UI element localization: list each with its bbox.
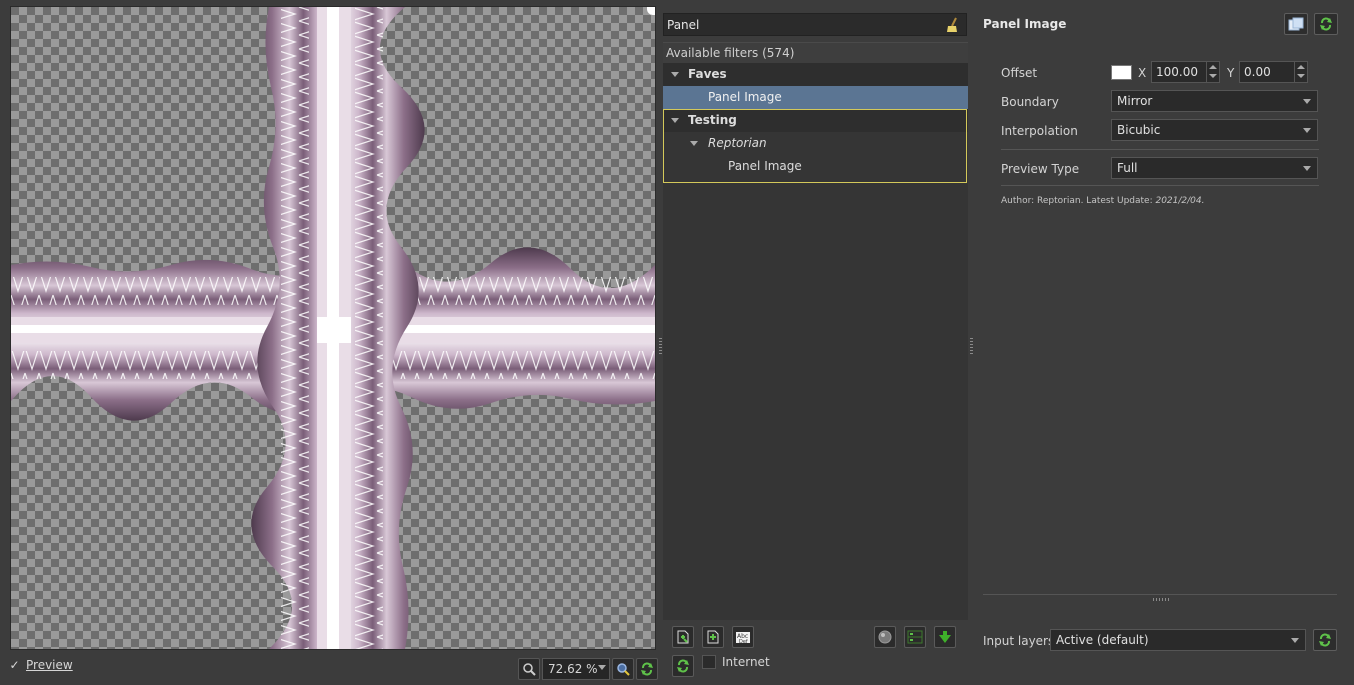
filter-toolbar: Abc Def bbox=[672, 626, 962, 648]
right-splitter-handle[interactable] bbox=[970, 338, 973, 354]
internet-checkbox[interactable] bbox=[702, 655, 716, 669]
download-filters-button[interactable] bbox=[934, 626, 956, 648]
expand-arrow-icon[interactable] bbox=[690, 141, 698, 146]
rename-fave-button[interactable]: Abc Def bbox=[732, 626, 754, 648]
boundary-label: Boundary bbox=[1001, 95, 1059, 109]
expand-collapse-button[interactable] bbox=[904, 626, 926, 648]
tree-item-label: Reptorian bbox=[708, 136, 767, 150]
filter-search-input[interactable]: Panel bbox=[663, 13, 967, 36]
author-text: Author: Reptorian. Latest Update: bbox=[1001, 196, 1156, 206]
input-layers-select[interactable]: Active (default) bbox=[1050, 629, 1306, 651]
tree-item-label: Panel Image bbox=[728, 159, 802, 173]
expand-arrow-icon[interactable] bbox=[671, 72, 679, 77]
offset-label: Offset bbox=[1001, 66, 1038, 80]
filter-name-title: Panel Image bbox=[983, 17, 1067, 31]
chevron-down-icon bbox=[1303, 128, 1311, 133]
offset-color-swatch[interactable] bbox=[1111, 65, 1132, 80]
zoom-level-combo[interactable]: 72.62 % bbox=[542, 658, 610, 680]
refresh-icon bbox=[641, 662, 653, 676]
download-icon bbox=[939, 631, 951, 643]
internet-label: Internet bbox=[722, 655, 770, 669]
preview-label: Preview bbox=[26, 658, 73, 672]
refresh-icon bbox=[1319, 633, 1331, 647]
magnifier-icon bbox=[523, 663, 536, 676]
tree-item-panel-image[interactable]: Panel Image bbox=[663, 155, 968, 178]
tree-view-icon bbox=[907, 630, 923, 644]
tree-item-label: Testing bbox=[688, 113, 737, 127]
offset-x-spinbox[interactable]: 100.00 bbox=[1151, 61, 1220, 83]
update-filters-button[interactable] bbox=[672, 655, 694, 677]
input-layers-label: Input layers bbox=[983, 634, 1055, 648]
boundary-value: Mirror bbox=[1117, 94, 1153, 108]
eye-sphere-icon bbox=[878, 630, 892, 644]
input-layers-value: Active (default) bbox=[1056, 633, 1149, 647]
spin-arrows-icon[interactable] bbox=[1206, 62, 1219, 82]
bottom-splitter-handle[interactable] bbox=[1153, 598, 1169, 601]
tree-item-panel-image-fave[interactable]: Panel Image bbox=[663, 86, 968, 109]
chevron-down-icon bbox=[598, 665, 606, 670]
author-note: Author: Reptorian. Latest Update: 2021/2… bbox=[1001, 196, 1205, 206]
svg-text:Def: Def bbox=[739, 639, 748, 645]
left-splitter-handle[interactable] bbox=[659, 338, 662, 354]
chevron-down-icon bbox=[1303, 166, 1311, 171]
add-fave-button[interactable] bbox=[672, 626, 694, 648]
zoom-fit-button[interactable] bbox=[518, 658, 540, 680]
preview-type-value: Full bbox=[1117, 161, 1138, 175]
reset-icon bbox=[1320, 17, 1332, 31]
zoom-bar: 72.62 % bbox=[518, 658, 658, 680]
copy-command-button[interactable] bbox=[1284, 13, 1308, 35]
offset-x-value: 100.00 bbox=[1156, 65, 1198, 79]
offset-y-value: 0.00 bbox=[1244, 65, 1271, 79]
preview-image bbox=[11, 7, 655, 649]
refresh-preview-button[interactable] bbox=[636, 658, 658, 680]
internet-toggle[interactable]: Internet bbox=[702, 655, 770, 669]
available-filters-header: Available filters (574) bbox=[663, 43, 968, 63]
rename-icon: AbcDef bbox=[736, 632, 750, 645]
separator bbox=[1001, 185, 1319, 186]
preview-type-select[interactable]: Full bbox=[1111, 157, 1318, 179]
remove-fave-button[interactable] bbox=[702, 626, 724, 648]
visibility-button[interactable] bbox=[874, 626, 896, 648]
preview-type-label: Preview Type bbox=[1001, 162, 1080, 176]
chevron-down-icon bbox=[1291, 638, 1299, 643]
remove-fave-icon bbox=[707, 630, 719, 644]
boundary-select[interactable]: Mirror bbox=[1111, 90, 1318, 112]
tree-folder-testing[interactable]: Testing bbox=[663, 109, 968, 132]
zoom-in-icon bbox=[617, 663, 630, 676]
preview-canvas[interactable] bbox=[10, 6, 656, 650]
tree-folder-reptorian[interactable]: Reptorian bbox=[663, 132, 968, 155]
interpolation-label: Interpolation bbox=[1001, 124, 1078, 138]
chevron-down-icon bbox=[1303, 99, 1311, 104]
tree-folder-faves[interactable]: Faves bbox=[663, 63, 968, 86]
check-icon[interactable]: ✓ bbox=[8, 658, 21, 672]
author-date: 2021/2/04. bbox=[1155, 196, 1205, 206]
offset-x-label: X bbox=[1138, 66, 1147, 80]
offset-y-spinbox[interactable]: 0.00 bbox=[1239, 61, 1308, 83]
input-refresh-button[interactable] bbox=[1313, 629, 1337, 651]
add-fave-icon bbox=[677, 630, 689, 644]
spin-arrows-icon[interactable] bbox=[1294, 62, 1307, 82]
zoom-value: 72.62 % bbox=[548, 662, 598, 676]
refresh-icon bbox=[677, 659, 689, 673]
search-value: Panel bbox=[667, 17, 700, 32]
expand-arrow-icon[interactable] bbox=[671, 118, 679, 123]
tree-item-label: Faves bbox=[688, 67, 727, 81]
offset-y-label: Y bbox=[1227, 66, 1235, 80]
zoom-in-button[interactable] bbox=[612, 658, 634, 680]
interpolation-value: Bicubic bbox=[1117, 123, 1161, 137]
copy-icon bbox=[1288, 17, 1304, 31]
tree-item-label: Panel Image bbox=[708, 90, 782, 104]
interpolation-select[interactable]: Bicubic bbox=[1111, 119, 1318, 141]
clear-search-icon[interactable] bbox=[946, 17, 960, 36]
separator bbox=[1001, 149, 1319, 150]
bottom-separator bbox=[983, 594, 1337, 595]
reset-params-button[interactable] bbox=[1314, 13, 1338, 35]
filter-tree: Available filters (574) Faves Panel Imag… bbox=[663, 42, 968, 620]
preview-toggle[interactable]: ✓ Preview bbox=[8, 658, 73, 672]
